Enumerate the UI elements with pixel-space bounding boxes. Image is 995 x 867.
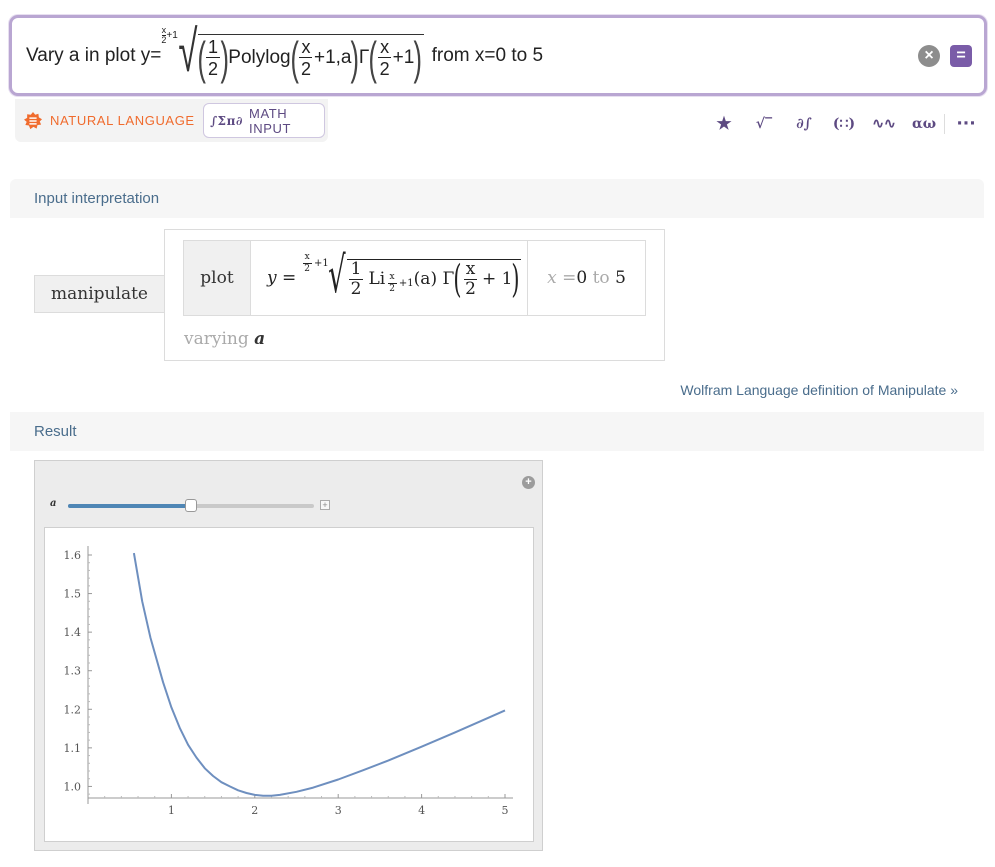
formula-li: Li bbox=[368, 269, 386, 289]
plot-area: 1 2 3 4 5 1.0 1.1 1.2 1.3 1.4 1.5 1.6 bbox=[44, 527, 534, 842]
x-tick-label: 3 bbox=[335, 804, 342, 817]
formula-li-arg: (a) Γ bbox=[413, 269, 455, 289]
formula-half-num: 1 bbox=[348, 258, 364, 280]
query-pl-den: 2 bbox=[300, 58, 311, 79]
results-pods: Input interpretation manipulate plot y =… bbox=[10, 179, 984, 867]
equals-icon: = bbox=[956, 47, 966, 64]
formula-idx-tail: +1 bbox=[314, 258, 329, 269]
a-slider[interactable] bbox=[68, 499, 314, 512]
result-pod: + a + 1 2 3 4 5 1.0 1.1 1.2 1.3 1.4 1.5 1.6 bbox=[10, 451, 984, 867]
query-prefix: Vary a in plot y= bbox=[26, 45, 162, 66]
formula-li-sub-den: 2 bbox=[389, 284, 395, 294]
formula-li-sub-num: x bbox=[387, 272, 397, 284]
formula-lhs: y = bbox=[267, 268, 297, 288]
query-pl-tail: +1,a bbox=[313, 46, 352, 68]
varying-word: varying bbox=[184, 329, 255, 349]
range-var: x = bbox=[547, 268, 577, 288]
varying-variable: a bbox=[254, 329, 266, 349]
calculus-icon[interactable]: ∂∫ bbox=[784, 116, 824, 132]
math-toolbar: ★ √‾ ∂∫ (∷) ∿∿ αω ··· bbox=[704, 111, 981, 137]
natural-language-label: NATURAL LANGUAGE bbox=[50, 113, 195, 128]
close-icon: × bbox=[924, 47, 934, 64]
math-input-label: MATH INPUT bbox=[249, 105, 292, 136]
range-from: 0 bbox=[576, 268, 588, 288]
varying-row: varying a bbox=[184, 329, 265, 349]
x-tick-label: 1 bbox=[168, 804, 175, 817]
x-tick-label: 2 bbox=[251, 804, 258, 817]
formula-g-tail: + 1 bbox=[481, 269, 513, 289]
query-half-num: 1 bbox=[205, 36, 220, 58]
query-radicand: ( 12 ) Polylog ( x2 +1,a ) Γ ( x2 +1 ) bbox=[197, 31, 424, 84]
formula-half-den: 2 bbox=[350, 278, 362, 299]
favorite-star-icon[interactable]: ★ bbox=[704, 114, 744, 134]
plot-formula: y = x 2 +1 √ 12 Li x 2 +1 (a) Γ (x 2 + … bbox=[251, 241, 528, 315]
y-tick-label: 1.0 bbox=[64, 780, 82, 793]
query-half-den: 2 bbox=[207, 58, 218, 79]
y-tick-label: 1.2 bbox=[64, 703, 82, 716]
query-g-den: 2 bbox=[379, 58, 390, 79]
wolfram-language-manipulate-link[interactable]: Wolfram Language definition of Manipulat… bbox=[680, 382, 958, 398]
waveform-icon[interactable]: ∿∿ bbox=[864, 116, 904, 132]
radical-sign: √ bbox=[178, 19, 198, 84]
line-chart: 1 2 3 4 5 1.0 1.1 1.2 1.3 1.4 1.5 1.6 bbox=[64, 546, 513, 817]
x-tick-label: 4 bbox=[418, 804, 425, 817]
y-tick-label: 1.6 bbox=[64, 549, 82, 562]
natural-language-tab[interactable]: NATURAL LANGUAGE bbox=[24, 111, 195, 130]
math-input-icon: ∫Σπ∂ bbox=[210, 113, 244, 128]
natural-language-icon bbox=[24, 111, 42, 129]
formula-root-index: x 2 +1 bbox=[300, 252, 329, 274]
query-g-tail: +1 bbox=[392, 46, 415, 68]
result-title: Result bbox=[34, 423, 77, 440]
query-polylog: Polylog bbox=[228, 46, 291, 68]
formula-idx-den: 2 bbox=[304, 264, 310, 274]
manipulate-panel: + a + 1 2 3 4 5 1.0 1.1 1.2 1.3 1.4 1.5 1.6 bbox=[34, 460, 543, 851]
range-to: 5 bbox=[615, 268, 626, 288]
query-suffix: from x=0 to 5 bbox=[431, 45, 544, 66]
submit-query-button[interactable]: = bbox=[950, 45, 972, 67]
y-tick-label: 1.1 bbox=[64, 742, 82, 755]
slider-thumb[interactable] bbox=[185, 499, 197, 512]
query-root-index: x 2 +1 bbox=[161, 26, 177, 45]
x-tick-label: 5 bbox=[502, 804, 509, 817]
plot-range: x = 0 to 5 bbox=[528, 241, 645, 315]
formula-g-num: x bbox=[463, 258, 478, 280]
formula-radical: √ 12 Li x 2 +1 (a) Γ ( x2 + 1 ) bbox=[327, 246, 522, 304]
input-interpretation-pod: manipulate plot y = x 2 +1 √ 12 Li x 2 +… bbox=[10, 218, 984, 412]
formula-li-sub-tail: +1 bbox=[398, 278, 414, 289]
clear-input-button[interactable]: × bbox=[918, 45, 940, 67]
manipulate-label: manipulate bbox=[34, 275, 165, 313]
query-root-index-tail: +1 bbox=[166, 29, 178, 41]
slider-variable-label: a bbox=[50, 498, 57, 509]
input-interpretation-title: Input interpretation bbox=[34, 190, 160, 207]
matrix-icon[interactable]: (∷) bbox=[824, 116, 864, 132]
toolbar-divider bbox=[944, 114, 945, 134]
query-input-text[interactable]: Vary a in plot y= x 2 +1 √ ( 12 ) Polylog … bbox=[26, 23, 544, 84]
input-mode-toggle: NATURAL LANGUAGE ∫Σπ∂ MATH INPUT bbox=[15, 99, 328, 142]
slider-fill bbox=[68, 504, 191, 508]
plot-spec-row: plot y = x 2 +1 √ 12 Li x 2 +1 (a) Γ (x… bbox=[183, 240, 646, 316]
greek-alpha-omega-icon[interactable]: αω bbox=[904, 116, 944, 132]
range-to-word: to bbox=[587, 268, 616, 288]
y-tick-label: 1.3 bbox=[64, 665, 82, 678]
series-line bbox=[132, 552, 506, 797]
more-options-icon[interactable]: ··· bbox=[951, 114, 981, 134]
manipulate-spec-box: plot y = x 2 +1 √ 12 Li x 2 +1 (a) Γ (x… bbox=[164, 229, 665, 361]
plot-label: plot bbox=[184, 241, 251, 315]
formula-idx-num: x bbox=[302, 252, 312, 264]
sqrt-icon[interactable]: √‾ bbox=[744, 116, 784, 132]
query-pl-num: x bbox=[299, 36, 313, 58]
formula-g-den: 2 bbox=[465, 278, 476, 299]
panel-options-plus-icon[interactable]: + bbox=[522, 476, 535, 489]
y-tick-label: 1.5 bbox=[64, 588, 82, 601]
y-tick-label: 1.4 bbox=[64, 626, 82, 639]
query-input-bar[interactable]: Vary a in plot y= x 2 +1 √ ( 12 ) Polylog … bbox=[9, 15, 987, 96]
math-input-tab[interactable]: ∫Σπ∂ MATH INPUT bbox=[203, 103, 325, 138]
slider-expand-plus-icon[interactable]: + bbox=[320, 500, 330, 510]
query-g-num: x bbox=[378, 36, 392, 58]
